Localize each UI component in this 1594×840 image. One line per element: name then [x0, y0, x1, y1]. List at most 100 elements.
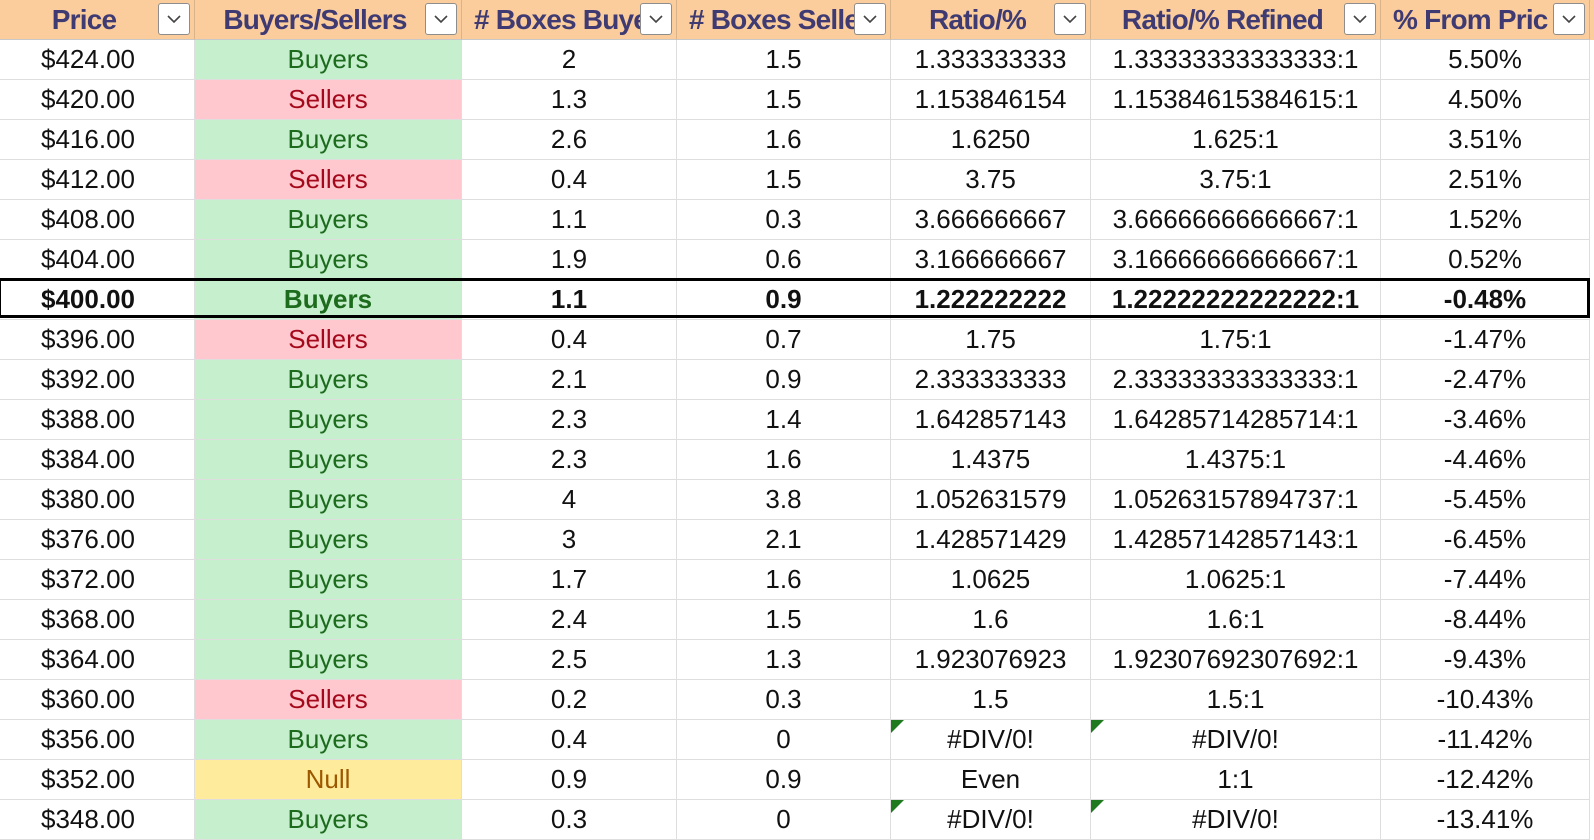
- boxes-bought-cell[interactable]: 0.4: [462, 320, 677, 360]
- status-cell[interactable]: Buyers: [195, 40, 462, 80]
- table-row[interactable]: $412.00 Sellers 0.4 1.5 3.75 3.75:1 2.51%: [0, 160, 1594, 200]
- pct-from-price-cell[interactable]: -7.44%: [1381, 560, 1590, 600]
- filter-dropdown-button[interactable]: [854, 3, 886, 35]
- ratio-refined-cell[interactable]: 1.625:1: [1091, 120, 1381, 160]
- price-cell[interactable]: $364.00: [0, 640, 195, 680]
- table-row[interactable]: $356.00 Buyers 0.4 0 #DIV/0! #DIV/0! -11.42%: [0, 720, 1594, 760]
- header-buyers-sellers[interactable]: Buyers/Sellers: [195, 0, 462, 40]
- price-cell[interactable]: $424.00: [0, 40, 195, 80]
- ratio-cell[interactable]: 1.4375: [891, 440, 1091, 480]
- ratio-cell[interactable]: 3.75: [891, 160, 1091, 200]
- header-ratio[interactable]: Ratio/%: [891, 0, 1091, 40]
- price-cell[interactable]: $352.00: [0, 760, 195, 800]
- header-pct-from-price[interactable]: % From Pric: [1381, 0, 1590, 40]
- status-cell[interactable]: Buyers: [195, 240, 462, 280]
- price-cell[interactable]: $380.00: [0, 480, 195, 520]
- boxes-bought-cell[interactable]: 2.1: [462, 360, 677, 400]
- pct-from-price-cell[interactable]: -0.48%: [1381, 280, 1590, 320]
- boxes-sold-cell[interactable]: 1.6: [677, 440, 891, 480]
- table-row[interactable]: $400.00 Buyers 1.1 0.9 1.222222222 1.22222222…: [0, 280, 1594, 320]
- boxes-sold-cell[interactable]: 1.6: [677, 560, 891, 600]
- ratio-cell[interactable]: 1.222222222: [891, 280, 1091, 320]
- pct-from-price-cell[interactable]: 0.52%: [1381, 240, 1590, 280]
- pct-from-price-cell[interactable]: -2.47%: [1381, 360, 1590, 400]
- table-row[interactable]: $360.00 Sellers 0.2 0.3 1.5 1.5:1 -10.43%: [0, 680, 1594, 720]
- table-row[interactable]: $408.00 Buyers 1.1 0.3 3.666666667 3.66666666…: [0, 200, 1594, 240]
- table-row[interactable]: $388.00 Buyers 2.3 1.4 1.642857143 1.64285714…: [0, 400, 1594, 440]
- ratio-refined-cell[interactable]: 3.66666666666667:1: [1091, 200, 1381, 240]
- price-cell[interactable]: $416.00: [0, 120, 195, 160]
- boxes-bought-cell[interactable]: 1.1: [462, 280, 677, 320]
- status-cell[interactable]: Buyers: [195, 600, 462, 640]
- boxes-sold-cell[interactable]: 0.9: [677, 760, 891, 800]
- ratio-cell[interactable]: 1.428571429: [891, 520, 1091, 560]
- boxes-sold-cell[interactable]: 0.9: [677, 360, 891, 400]
- table-row[interactable]: $348.00 Buyers 0.3 0 #DIV/0! #DIV/0! -13.41%: [0, 800, 1594, 840]
- pct-from-price-cell[interactable]: -12.42%: [1381, 760, 1590, 800]
- status-cell[interactable]: Buyers: [195, 560, 462, 600]
- status-cell[interactable]: Buyers: [195, 480, 462, 520]
- ratio-refined-cell[interactable]: 1.05263157894737:1: [1091, 480, 1381, 520]
- pct-from-price-cell[interactable]: 1.52%: [1381, 200, 1590, 240]
- pct-from-price-cell[interactable]: -6.45%: [1381, 520, 1590, 560]
- table-row[interactable]: $392.00 Buyers 2.1 0.9 2.333333333 2.33333333…: [0, 360, 1594, 400]
- price-cell[interactable]: $420.00: [0, 80, 195, 120]
- boxes-bought-cell[interactable]: 3: [462, 520, 677, 560]
- boxes-bought-cell[interactable]: 0.4: [462, 160, 677, 200]
- price-cell[interactable]: $376.00: [0, 520, 195, 560]
- price-cell[interactable]: $372.00: [0, 560, 195, 600]
- ratio-refined-cell[interactable]: 1.22222222222222:1: [1091, 280, 1381, 320]
- status-cell[interactable]: Buyers: [195, 280, 462, 320]
- ratio-refined-cell[interactable]: #DIV/0!: [1091, 800, 1381, 840]
- boxes-sold-cell[interactable]: 1.6: [677, 120, 891, 160]
- ratio-refined-cell[interactable]: 1:1: [1091, 760, 1381, 800]
- filter-dropdown-button[interactable]: [425, 3, 457, 35]
- pct-from-price-cell[interactable]: 5.50%: [1381, 40, 1590, 80]
- status-cell[interactable]: Buyers: [195, 400, 462, 440]
- header-boxes-sold[interactable]: # Boxes Selle: [677, 0, 891, 40]
- price-cell[interactable]: $360.00: [0, 680, 195, 720]
- ratio-cell[interactable]: 1.6: [891, 600, 1091, 640]
- ratio-cell[interactable]: #DIV/0!: [891, 720, 1091, 760]
- ratio-refined-cell[interactable]: 1.75:1: [1091, 320, 1381, 360]
- boxes-bought-cell[interactable]: 1.9: [462, 240, 677, 280]
- boxes-sold-cell[interactable]: 1.5: [677, 40, 891, 80]
- pct-from-price-cell[interactable]: -9.43%: [1381, 640, 1590, 680]
- ratio-cell[interactable]: Even: [891, 760, 1091, 800]
- ratio-cell[interactable]: 1.333333333: [891, 40, 1091, 80]
- status-cell[interactable]: Buyers: [195, 800, 462, 840]
- price-cell[interactable]: $384.00: [0, 440, 195, 480]
- boxes-bought-cell[interactable]: 2.6: [462, 120, 677, 160]
- pct-from-price-cell[interactable]: -4.46%: [1381, 440, 1590, 480]
- pct-from-price-cell[interactable]: -5.45%: [1381, 480, 1590, 520]
- ratio-cell[interactable]: #DIV/0!: [891, 800, 1091, 840]
- price-cell[interactable]: $392.00: [0, 360, 195, 400]
- table-row[interactable]: $404.00 Buyers 1.9 0.6 3.166666667 3.16666666…: [0, 240, 1594, 280]
- boxes-sold-cell[interactable]: 3.8: [677, 480, 891, 520]
- boxes-sold-cell[interactable]: 1.5: [677, 160, 891, 200]
- filter-dropdown-button[interactable]: [1344, 3, 1376, 35]
- boxes-bought-cell[interactable]: 0.3: [462, 800, 677, 840]
- header-price[interactable]: Price: [0, 0, 195, 40]
- table-row[interactable]: $376.00 Buyers 3 2.1 1.428571429 1.4285714285…: [0, 520, 1594, 560]
- boxes-sold-cell[interactable]: 0.6: [677, 240, 891, 280]
- ratio-refined-cell[interactable]: 1.0625:1: [1091, 560, 1381, 600]
- pct-from-price-cell[interactable]: -1.47%: [1381, 320, 1590, 360]
- boxes-bought-cell[interactable]: 4: [462, 480, 677, 520]
- ratio-refined-cell[interactable]: 1.15384615384615:1: [1091, 80, 1381, 120]
- pct-from-price-cell[interactable]: 2.51%: [1381, 160, 1590, 200]
- ratio-cell[interactable]: 3.666666667: [891, 200, 1091, 240]
- table-row[interactable]: $368.00 Buyers 2.4 1.5 1.6 1.6:1 -8.44%: [0, 600, 1594, 640]
- table-row[interactable]: $424.00 Buyers 2 1.5 1.333333333 1.3333333333…: [0, 40, 1594, 80]
- ratio-cell[interactable]: 1.5: [891, 680, 1091, 720]
- pct-from-price-cell[interactable]: -3.46%: [1381, 400, 1590, 440]
- boxes-bought-cell[interactable]: 2.3: [462, 400, 677, 440]
- status-cell[interactable]: Buyers: [195, 720, 462, 760]
- pct-from-price-cell[interactable]: -13.41%: [1381, 800, 1590, 840]
- status-cell[interactable]: Buyers: [195, 520, 462, 560]
- ratio-refined-cell[interactable]: 3.75:1: [1091, 160, 1381, 200]
- boxes-sold-cell[interactable]: 0.7: [677, 320, 891, 360]
- pct-from-price-cell[interactable]: -10.43%: [1381, 680, 1590, 720]
- boxes-sold-cell[interactable]: 1.3: [677, 640, 891, 680]
- boxes-bought-cell[interactable]: 0.2: [462, 680, 677, 720]
